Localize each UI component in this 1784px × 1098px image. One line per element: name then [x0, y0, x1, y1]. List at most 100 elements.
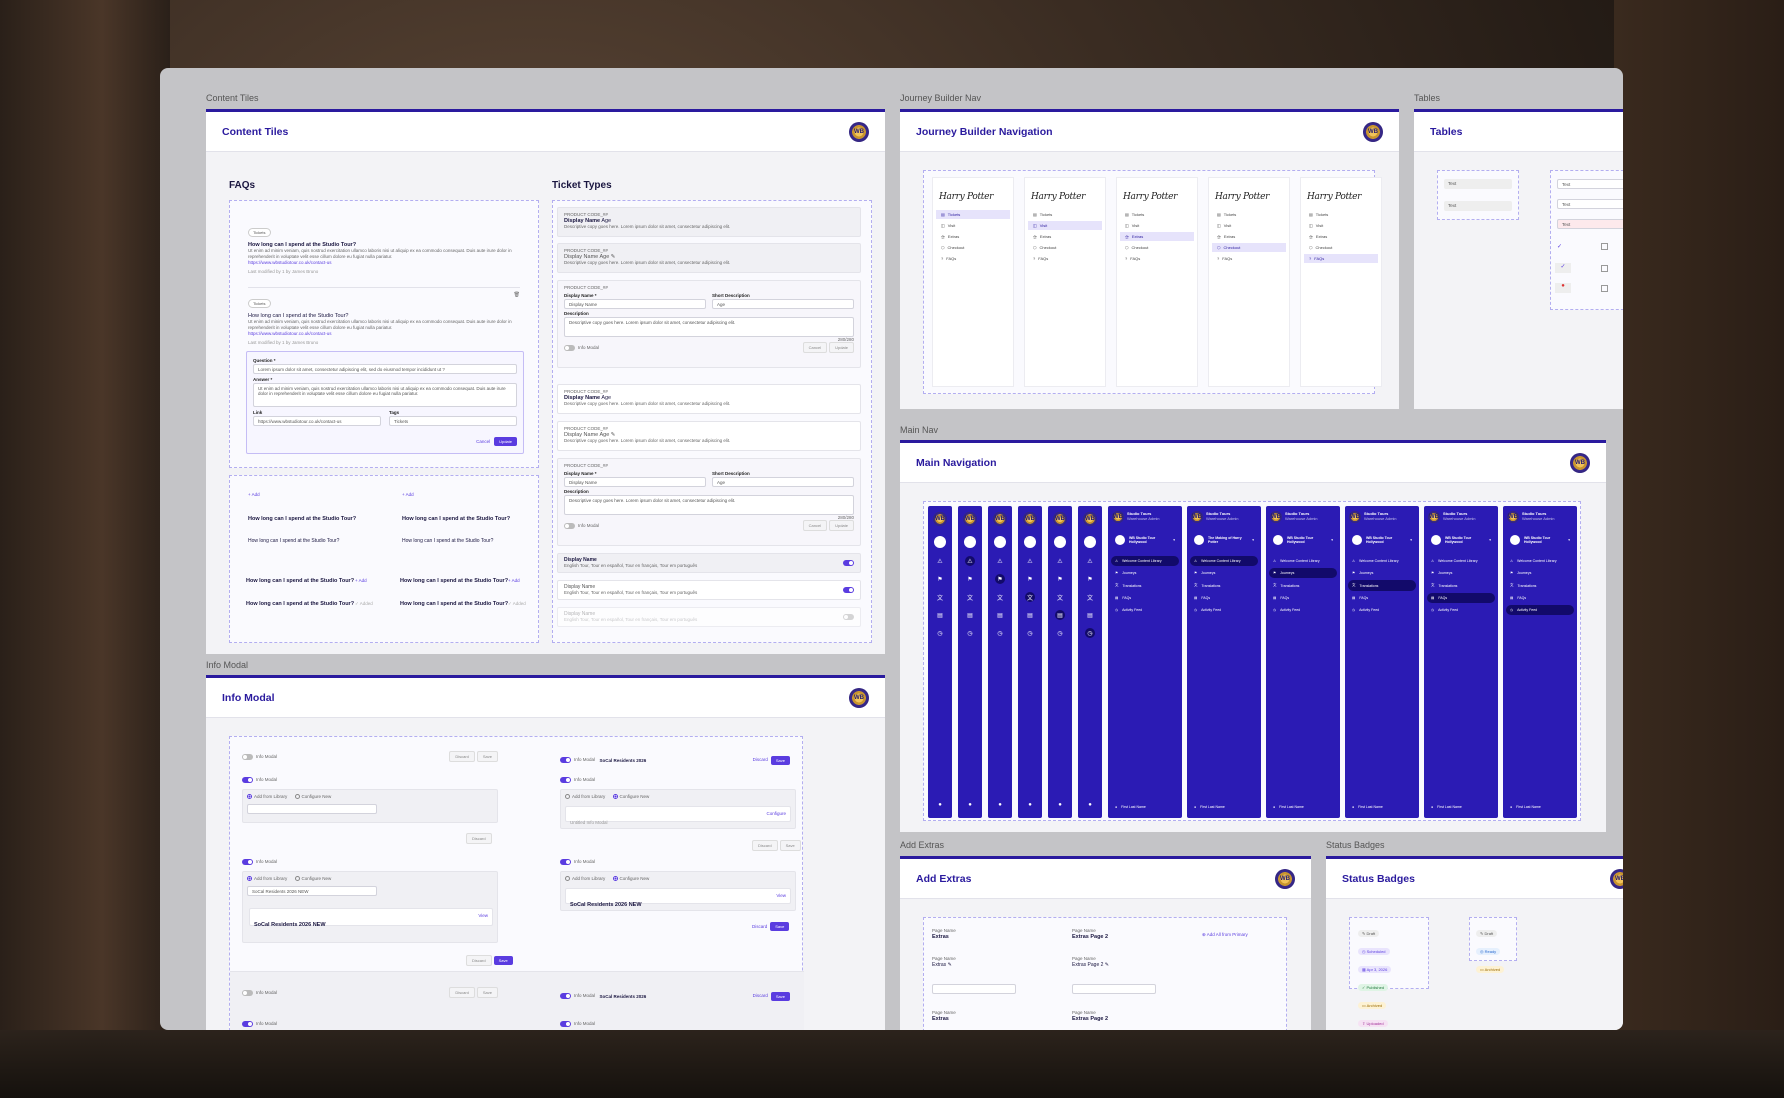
info-modal-toggle[interactable]	[242, 859, 253, 865]
language-tile[interactable]: Display Name English Tour, Tour en españ…	[557, 607, 861, 627]
table-cell[interactable]: Text	[1444, 179, 1512, 189]
main-nav-item[interactable]: ⚑ Journeys	[1506, 568, 1574, 578]
nav-icon[interactable]: ▤	[965, 610, 975, 620]
journey-nav-item[interactable]: ◫ Visit	[1120, 221, 1194, 230]
main-nav-item[interactable]: ⚠ Welcome Content Library	[1111, 556, 1179, 566]
discard-button[interactable]: Discard	[466, 955, 492, 966]
nav-icon[interactable]: ◷	[965, 628, 975, 638]
journey-nav-item[interactable]: ◫ Visit	[1304, 221, 1378, 230]
nav-icon[interactable]: ⚑	[935, 574, 945, 584]
user-row[interactable]: ● First Last Name	[1269, 802, 1308, 812]
page-name-input[interactable]	[932, 984, 1016, 994]
main-nav-item[interactable]: ◷ Activity Feed	[1427, 605, 1495, 615]
ticket-tile[interactable]: PRODUCT CODE_## Display Name Age Descrip…	[557, 207, 861, 237]
save-button[interactable]: Save	[770, 991, 790, 1001]
update-button[interactable]: Update	[829, 342, 854, 354]
site-switcher[interactable]: WB Studio Tour Hollywood ▾	[1111, 532, 1179, 548]
info-modal-toggle[interactable]	[564, 522, 575, 529]
site-switcher[interactable]: WB Studio Tour Hollywood ▾	[1427, 532, 1495, 548]
save-button[interactable]: Save	[770, 755, 790, 765]
info-modal-toggle[interactable]	[242, 777, 253, 783]
language-tile[interactable]: Display Name English Tour, Tour en españ…	[557, 553, 861, 573]
info-modal-toggle[interactable]	[242, 1021, 253, 1027]
table-cell[interactable]: Text	[1557, 199, 1623, 209]
info-modal-toggle[interactable]	[560, 993, 571, 999]
ticket-tile[interactable]: PRODUCT CODE_## Display Name Age ✎ Descr…	[557, 421, 861, 451]
main-nav-item[interactable]: ⚠ Welcome Content Library	[1269, 556, 1337, 566]
ticket-tile[interactable]: PRODUCT CODE_## Display Name Age ✎ Descr…	[557, 243, 861, 273]
main-nav-item[interactable]: 文 Translations	[1111, 580, 1179, 591]
journey-nav-item[interactable]: ⚝ Extras	[1304, 232, 1378, 241]
discard-button[interactable]: Discard	[449, 751, 475, 762]
journey-nav-item[interactable]: ▤ Tickets	[936, 210, 1010, 219]
discard-button[interactable]: Discard	[752, 840, 778, 851]
nav-icon[interactable]: ⚑	[1085, 574, 1095, 584]
main-nav-item[interactable]: ⚠ Welcome Content Library	[1348, 556, 1416, 566]
journey-nav-item[interactable]: ⬡ Checkout	[936, 243, 1010, 252]
discard-button[interactable]: Discard	[753, 757, 768, 763]
main-nav-item[interactable]: ◷ Activity Feed	[1190, 605, 1258, 615]
main-nav-item[interactable]: ⚑ Journeys	[1427, 568, 1495, 578]
site-avatar-icon[interactable]	[964, 536, 976, 548]
nav-icon[interactable]: ▤	[1085, 610, 1095, 620]
cancel-button[interactable]: Cancel	[802, 342, 828, 354]
nav-icon[interactable]: ⚠	[995, 556, 1005, 566]
radio-add-library[interactable]	[247, 794, 252, 800]
faq-tile[interactable]: Tickets 🗑 How long can I spend at the St…	[248, 287, 520, 345]
faq-tile[interactable]: Tickets How long can I spend at the Stud…	[248, 221, 520, 274]
journey-nav-item[interactable]: ⚝ Extras	[1212, 232, 1286, 241]
main-nav-item[interactable]: ◷ Activity Feed	[1506, 605, 1574, 615]
language-tile[interactable]: Display Name English Tour, Tour en españ…	[557, 580, 861, 600]
nav-icon[interactable]: ⚑	[1025, 574, 1035, 584]
nav-icon[interactable]: ⚠	[935, 556, 945, 566]
nav-icon[interactable]: 文	[935, 592, 945, 602]
main-nav-item[interactable]: ◷ Activity Feed	[1111, 605, 1179, 615]
selected-modal-tile[interactable]: SoCal Residents 2026 NEW View	[565, 888, 791, 908]
language-toggle[interactable]	[843, 614, 854, 620]
journey-nav-item[interactable]: ? FAQs	[1304, 254, 1378, 263]
journey-nav-item[interactable]: ▤ Tickets	[1304, 210, 1378, 219]
discard-button[interactable]: Discard	[466, 833, 492, 844]
main-nav-item[interactable]: ▤ FAQs	[1427, 593, 1495, 603]
user-icon[interactable]: ●	[995, 800, 1005, 810]
journey-nav-item[interactable]: ⬡ Checkout	[1120, 243, 1194, 252]
radio-add-library[interactable]	[247, 876, 252, 882]
site-avatar-icon[interactable]	[994, 536, 1006, 548]
info-modal-toggle[interactable]	[242, 753, 253, 760]
pencil-icon[interactable]: ✎	[611, 254, 616, 260]
nav-icon[interactable]: ⚠	[1025, 556, 1035, 566]
user-row[interactable]: ● First Last Name	[1111, 802, 1150, 812]
nav-icon[interactable]: 文	[1025, 592, 1035, 602]
main-nav-item[interactable]: 文 Translations	[1506, 580, 1574, 591]
journey-nav-item[interactable]: ▤ Tickets	[1120, 210, 1194, 219]
table-cell-select[interactable]: Text	[1444, 201, 1512, 211]
discard-button[interactable]: Discard	[752, 924, 767, 929]
main-nav-item[interactable]: ▤ FAQs	[1111, 593, 1179, 603]
save-button[interactable]: Save	[779, 840, 801, 851]
site-avatar-icon[interactable]	[1054, 536, 1066, 548]
nav-icon[interactable]: ⚠	[1055, 556, 1065, 566]
site-switcher[interactable]: WB Studio Tour Hollywood ▾	[1348, 532, 1416, 548]
library-search-input[interactable]	[247, 803, 377, 814]
info-modal-toggle[interactable]	[560, 1021, 571, 1027]
main-nav-item[interactable]: 文 Translations	[1269, 580, 1337, 591]
user-icon[interactable]: ●	[1085, 800, 1095, 810]
site-avatar-icon[interactable]	[1084, 536, 1096, 548]
nav-icon[interactable]: ⚑	[995, 574, 1005, 584]
journey-nav-item[interactable]: ⚝ Extras	[1028, 232, 1102, 241]
faq-link[interactable]: https://www.wbstudiotour.co.uk/contact-u…	[248, 331, 520, 337]
question-input[interactable]: Lorem ipsum dolor sit amet, consectetur …	[253, 363, 517, 374]
link-input[interactable]: https://www.wbstudiotour.co.uk/contact-u…	[253, 415, 381, 426]
nav-icon[interactable]: ▤	[935, 610, 945, 620]
add-button[interactable]: + Add	[402, 492, 414, 498]
trash-icon[interactable]: 🗑	[514, 292, 520, 298]
add-short-button[interactable]: + Add	[355, 578, 367, 584]
radio-configure-new[interactable]	[612, 876, 618, 882]
cancel-button[interactable]: Cancel	[476, 439, 490, 444]
add-button[interactable]: + Add	[248, 492, 260, 498]
journey-nav-item[interactable]: ⬡ Checkout	[1028, 243, 1102, 252]
journey-nav-item[interactable]: ⬡ Checkout	[1212, 243, 1286, 252]
short-desc-input[interactable]: Age	[712, 298, 854, 309]
nav-icon[interactable]: ▤	[995, 610, 1005, 620]
main-nav-item[interactable]: ▤ FAQs	[1269, 593, 1337, 603]
